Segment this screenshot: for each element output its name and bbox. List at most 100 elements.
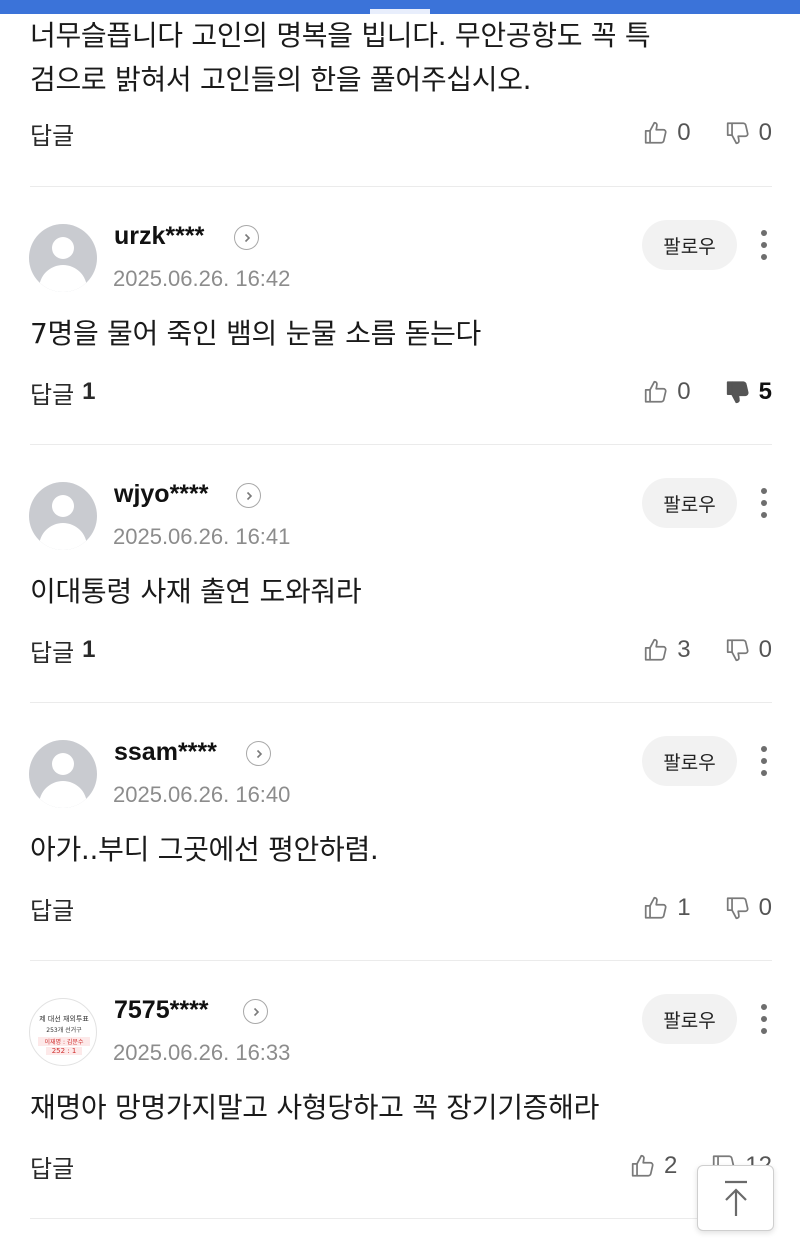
follow-button[interactable]: 팔로우 xyxy=(642,994,737,1044)
thumb-up-icon xyxy=(645,896,667,919)
avatar-poster-text: 제 대선 재외투표 xyxy=(39,1015,89,1023)
default-avatar-icon xyxy=(52,495,74,517)
comment-item: urzk**** 2025.06.26. 16:42 팔로우 7명을 물어 죽인… xyxy=(0,187,800,445)
timestamp: 2025.06.26. 16:33 xyxy=(113,1040,291,1065)
thumb-up-icon xyxy=(645,380,667,403)
avatar-poster-text: 252 : 1 xyxy=(46,1047,82,1055)
vote-group: 0 5 xyxy=(643,378,772,406)
more-vertical-icon xyxy=(761,1004,767,1010)
comment-actions: 답글 0 0 xyxy=(30,113,772,153)
like-button[interactable]: 2 xyxy=(630,1152,677,1180)
more-dot xyxy=(761,758,767,764)
chevron-right-icon xyxy=(244,233,250,242)
vote-group: 3 0 xyxy=(643,636,772,664)
follow-button[interactable]: 팔로우 xyxy=(642,736,737,786)
more-dot xyxy=(761,1028,767,1034)
dislike-button[interactable]: 5 xyxy=(725,378,772,406)
like-button[interactable]: 1 xyxy=(643,894,691,922)
reply-label: 답글 xyxy=(30,121,75,150)
thumb-down-icon xyxy=(726,381,749,404)
avatar[interactable] xyxy=(29,482,97,550)
thumb-up-icon xyxy=(645,638,667,661)
reply-label: 답글 xyxy=(30,1154,75,1183)
comment-actions: 답글 2 12 xyxy=(30,1146,772,1186)
comment-actions: 답글 1 0 xyxy=(30,888,772,928)
default-avatar-icon xyxy=(52,237,74,259)
profile-chevron-button[interactable] xyxy=(234,225,259,250)
chevron-right-icon xyxy=(246,491,252,500)
comment-item: 제 대선 재외투표 253개 선거구 이재명 : 김문수 252 : 1 757… xyxy=(0,961,800,1219)
thumb-down-icon xyxy=(726,122,749,145)
vote-group: 0 0 xyxy=(643,119,772,147)
comment-text: 7명을 물어 죽인 뱀의 눈물 소름 돋는다 xyxy=(30,317,482,350)
scroll-to-top-button[interactable] xyxy=(697,1165,774,1231)
more-options-button[interactable] xyxy=(750,225,778,265)
more-vertical-icon xyxy=(761,230,767,236)
avatar[interactable] xyxy=(29,224,97,292)
like-button[interactable]: 0 xyxy=(643,378,691,406)
reply-button[interactable]: 답글 1 xyxy=(30,633,96,668)
username[interactable]: urzk**** xyxy=(114,222,204,251)
reply-button[interactable]: 답글 1 xyxy=(30,375,96,410)
timestamp: 2025.06.26. 16:42 xyxy=(113,266,291,291)
thumb-down-icon xyxy=(726,639,749,662)
dislike-button[interactable]: 0 xyxy=(725,636,772,664)
like-button[interactable]: 0 xyxy=(643,119,691,147)
like-count: 0 xyxy=(677,378,691,405)
like-count: 1 xyxy=(677,894,691,921)
thumb-up-icon xyxy=(645,121,667,144)
thumb-down-icon xyxy=(726,897,749,920)
arrow-up-icon xyxy=(724,1180,747,1216)
comment-text: 아가..부디 그곳에선 평안하렴. xyxy=(30,833,379,866)
reply-label: 답글 xyxy=(30,896,75,925)
thumb-up-icon xyxy=(631,1154,654,1177)
timestamp: 2025.06.26. 16:41 xyxy=(113,524,291,549)
username[interactable]: 7575**** xyxy=(114,996,209,1025)
avatar-poster-text: 253개 선거구 xyxy=(46,1027,82,1034)
avatar[interactable]: 제 대선 재외투표 253개 선거구 이재명 : 김문수 252 : 1 xyxy=(29,998,97,1066)
like-button[interactable]: 3 xyxy=(643,636,691,664)
profile-chevron-button[interactable] xyxy=(236,483,261,508)
like-count: 2 xyxy=(663,1152,678,1179)
reply-button[interactable]: 답글 xyxy=(30,116,74,151)
avatar[interactable] xyxy=(29,740,97,808)
more-dot xyxy=(761,770,767,776)
reply-button[interactable]: 답글 xyxy=(30,891,74,926)
default-avatar-icon xyxy=(52,753,74,775)
dislike-button[interactable]: 0 xyxy=(725,894,772,922)
comment-text: 이대통령 사재 출연 도와줘라 xyxy=(30,575,362,608)
avatar-body xyxy=(39,523,87,550)
more-dot xyxy=(761,1016,767,1022)
chevron-right-icon xyxy=(256,749,262,758)
comment-text-line: 검으로 밝혀서 고인들의 한을 풀어주십시오. xyxy=(30,63,532,96)
dislike-count: 0 xyxy=(758,119,772,146)
vote-group: 1 0 xyxy=(643,894,772,922)
comment-actions: 답글 1 0 5 xyxy=(30,372,772,412)
reply-label: 답글 xyxy=(30,380,75,409)
profile-chevron-button[interactable] xyxy=(243,999,268,1024)
follow-button[interactable]: 팔로우 xyxy=(642,220,737,270)
dislike-count: 0 xyxy=(758,894,772,921)
more-options-button[interactable] xyxy=(750,741,778,781)
more-options-button[interactable] xyxy=(750,999,778,1039)
comment-item: wjyo**** 2025.06.26. 16:41 팔로우 이대통령 사재 출… xyxy=(0,445,800,703)
dislike-count: 0 xyxy=(758,636,772,663)
username[interactable]: ssam**** xyxy=(114,738,217,767)
more-dot xyxy=(761,512,767,518)
timestamp: 2025.06.26. 16:40 xyxy=(113,782,291,807)
follow-button[interactable]: 팔로우 xyxy=(642,478,737,528)
more-vertical-icon xyxy=(761,488,767,494)
comment-text: 재명아 망명가지말고 사형당하고 꼭 장기기증해라 xyxy=(30,1091,600,1124)
comment-actions: 답글 1 3 0 xyxy=(30,630,772,670)
chevron-right-icon xyxy=(253,1007,259,1016)
username[interactable]: wjyo**** xyxy=(114,480,208,509)
profile-chevron-button[interactable] xyxy=(246,741,271,766)
like-count: 3 xyxy=(677,636,691,663)
more-options-button[interactable] xyxy=(750,483,778,523)
comment-divider xyxy=(30,1218,772,1219)
dislike-button[interactable]: 0 xyxy=(725,119,772,147)
avatar-body xyxy=(39,265,87,292)
avatar-body xyxy=(39,781,87,808)
like-count: 0 xyxy=(677,119,691,146)
reply-button[interactable]: 답글 xyxy=(30,1149,74,1184)
